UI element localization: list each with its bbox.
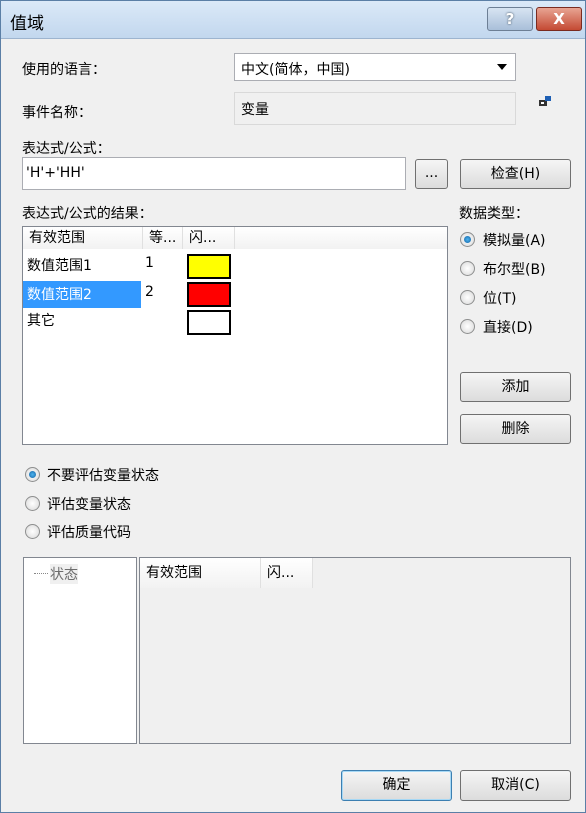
expression-label: 表达式/公式： [22,141,111,157]
tree-connector [34,573,48,574]
check-button[interactable]: 检查(H) [460,159,571,189]
table-row[interactable]: 数值范围1 1 [23,253,447,281]
eval-radio-quality[interactable] [25,524,40,539]
eval-radio-none[interactable] [25,467,40,482]
cancel-button[interactable]: 取消(C) [460,770,571,801]
tag-browse-icon[interactable] [537,95,553,109]
table-row[interactable]: 其它 [23,310,447,338]
table-row[interactable]: 数值范围2 2 [23,281,447,310]
flash-color-swatch[interactable] [187,310,231,335]
event-name-field: 变量 [234,92,516,125]
status-table[interactable]: 有效范围 闪... [139,557,571,744]
flash-color-swatch[interactable] [187,254,231,279]
title-bar: 值域 ? X [1,1,585,39]
expression-input[interactable]: 'H'+'HH' [22,157,406,190]
eval-option-none[interactable]: 不要评估变量状态 [47,465,159,485]
datatype-label: 数据类型： [459,206,529,222]
datatype-radio-bool[interactable] [460,261,475,276]
status-tree[interactable]: 状态 [23,557,137,744]
status-column-header-flash[interactable]: 闪... [261,558,313,588]
datatype-option-analog[interactable]: 模拟量(A) [483,230,546,250]
dialog-window: 值域 ? X 使用的语言： 中文(简体，中国) 事件名称： 变量 表达式/公式：… [0,0,586,813]
window-title: 值域 [10,14,44,34]
datatype-radio-direct[interactable] [460,319,475,334]
column-header-equal[interactable]: 等... [143,227,183,249]
datatype-option-direct[interactable]: 直接(D) [483,317,533,337]
close-button[interactable]: X [536,7,582,31]
datatype-option-bit[interactable]: 位(T) [483,288,516,308]
range-cell: 数值范围1 [27,258,92,274]
column-header-flash[interactable]: 闪... [183,227,235,249]
equal-cell: 1 [145,255,154,271]
event-name-label: 事件名称： [22,105,92,121]
language-dropdown[interactable]: 中文(简体，中国) [234,53,516,81]
language-value: 中文(简体，中国) [241,62,350,78]
add-button[interactable]: 添加 [460,372,571,402]
eval-option-quality[interactable]: 评估质量代码 [47,522,131,542]
tree-item-status[interactable]: 状态 [50,564,78,584]
datatype-option-bool[interactable]: 布尔型(B) [483,259,546,279]
column-header-range[interactable]: 有效范围 [23,227,143,249]
equal-cell: 2 [145,284,154,300]
eval-option-status[interactable]: 评估变量状态 [47,494,131,514]
datatype-radio-analog[interactable] [460,232,475,247]
results-label: 表达式/公式的结果： [22,206,153,222]
eval-radio-status[interactable] [25,496,40,511]
expression-value: 'H'+'HH' [26,165,85,181]
range-cell: 其它 [27,313,55,329]
browse-button[interactable]: ... [415,159,448,189]
language-label: 使用的语言： [22,62,106,78]
datatype-radio-bit[interactable] [460,290,475,305]
flash-color-swatch[interactable] [187,282,231,307]
status-column-header-range[interactable]: 有效范围 [140,558,261,588]
help-button[interactable]: ? [487,7,533,31]
ok-button[interactable]: 确定 [341,770,452,801]
chevron-down-icon [497,64,507,70]
delete-button[interactable]: 删除 [460,414,571,444]
range-cell: 数值范围2 [27,287,92,303]
results-list[interactable]: 有效范围 等... 闪... 数值范围1 1 数值范围2 2 其它 [22,226,448,445]
event-name-value: 变量 [241,102,269,118]
column-header-empty [235,227,447,249]
